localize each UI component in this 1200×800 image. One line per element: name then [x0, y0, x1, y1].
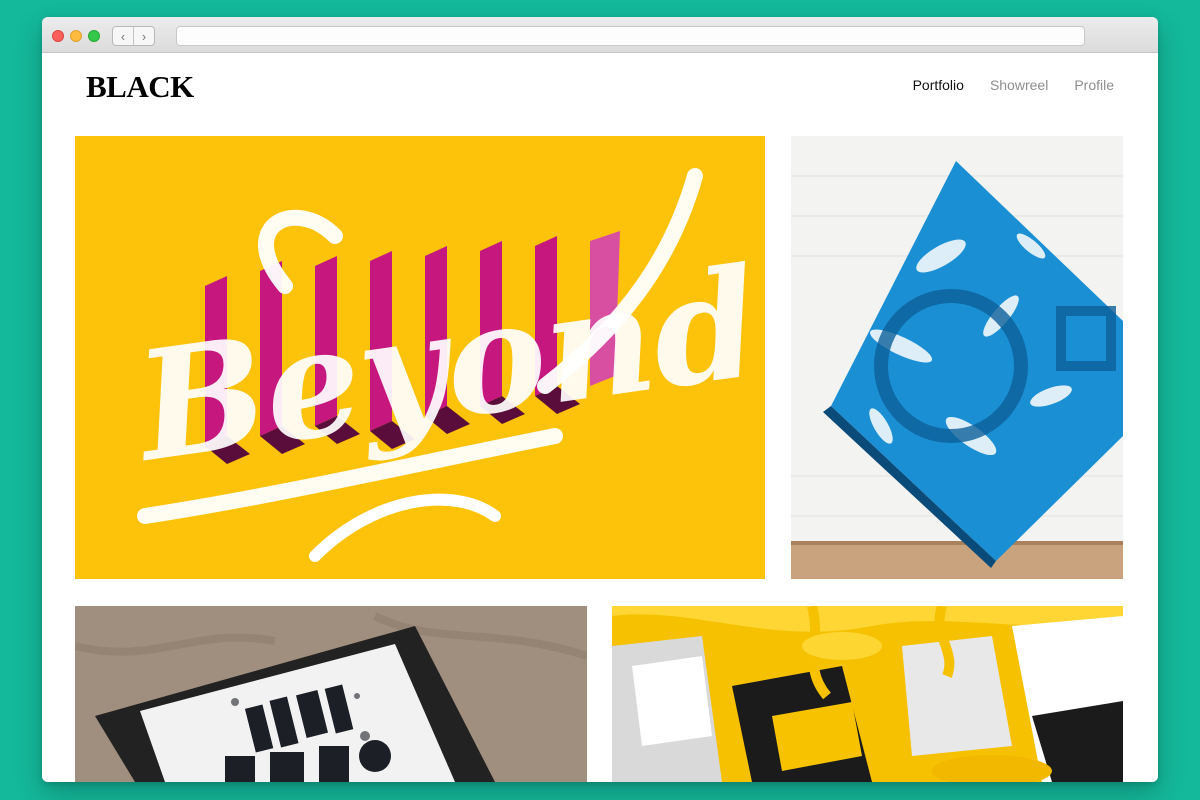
- nav-profile[interactable]: Profile: [1074, 77, 1114, 93]
- nav-portfolio[interactable]: Portfolio: [913, 77, 964, 93]
- minimize-window-button[interactable]: [70, 30, 82, 42]
- chevron-left-icon: ‹: [120, 28, 126, 44]
- address-bar[interactable]: [176, 26, 1085, 46]
- new-york-artwork: [75, 606, 587, 782]
- portfolio-tile-blue-sculpture[interactable]: [791, 136, 1123, 579]
- chevron-right-icon: ›: [141, 28, 147, 44]
- close-window-button[interactable]: [52, 30, 64, 42]
- browser-window: ‹ › BLACK Portfolio Showreel Profile Bey…: [42, 17, 1158, 782]
- history-buttons: ‹ ›: [112, 26, 155, 46]
- blue-sculpture-artwork: [791, 136, 1123, 579]
- portfolio-tile-new-york[interactable]: [75, 606, 587, 782]
- back-button[interactable]: ‹: [113, 27, 133, 45]
- nav-showreel[interactable]: Showreel: [990, 77, 1048, 93]
- portfolio-tile-yellow-paint[interactable]: [612, 606, 1123, 782]
- browser-titlebar: ‹ ›: [42, 17, 1158, 53]
- forward-button[interactable]: ›: [133, 27, 154, 45]
- yellow-paint-artwork: [612, 606, 1123, 782]
- site-logo[interactable]: BLACK: [86, 69, 194, 105]
- beyond-artwork: Beyond.: [75, 136, 765, 579]
- website-page: BLACK Portfolio Showreel Profile Beyond.: [42, 54, 1158, 782]
- portfolio-tile-beyond[interactable]: Beyond.: [75, 136, 765, 579]
- maximize-window-button[interactable]: [88, 30, 100, 42]
- main-nav: Portfolio Showreel Profile: [913, 77, 1114, 93]
